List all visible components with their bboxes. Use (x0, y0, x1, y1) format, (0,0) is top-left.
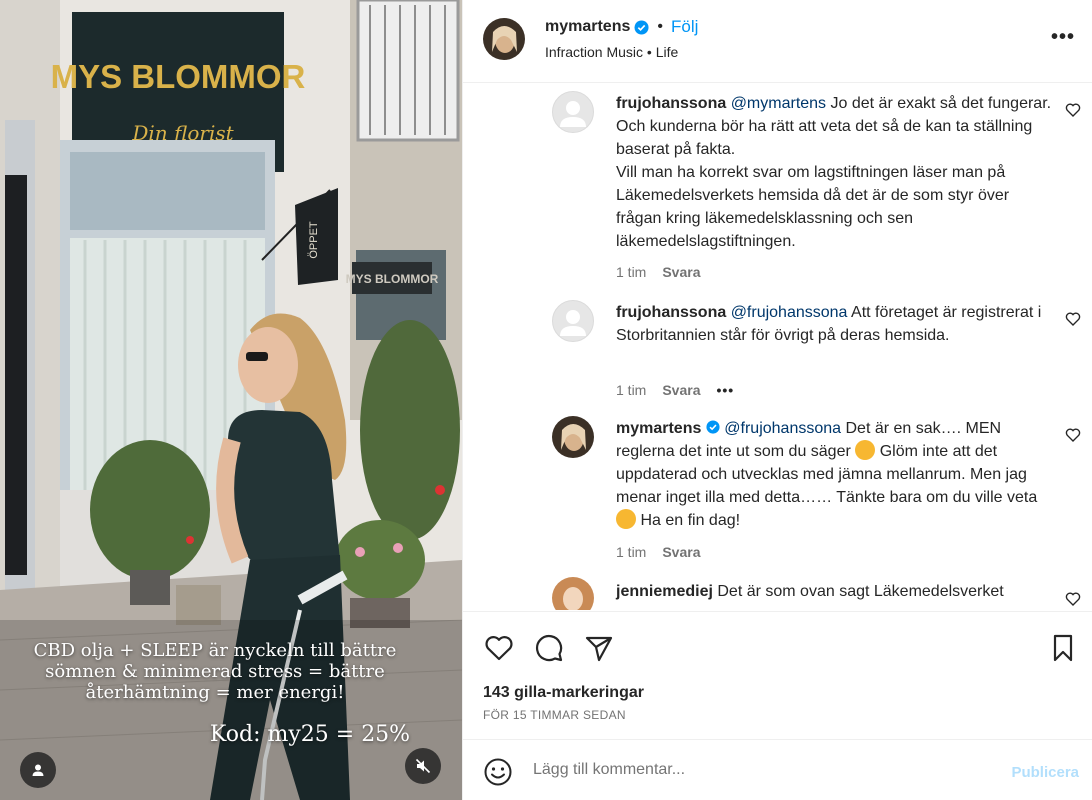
comment-meta: 1 tim Svara (616, 264, 701, 280)
window-sign-text: MYS BLOMMOR (346, 272, 439, 286)
comment-username[interactable]: mymartens (616, 420, 701, 437)
verified-badge-icon (634, 19, 649, 35)
likes-count[interactable]: 143 gilla-markeringar (483, 684, 644, 702)
more-options-button[interactable]: ••• (1051, 26, 1075, 49)
smiling-face-with-hearts-emoji-icon (855, 440, 876, 460)
comment-text: frujohanssona @mymartens Jo det är exakt… (616, 92, 1056, 253)
separator-dot: • (657, 18, 663, 35)
author-username[interactable]: mymartens (545, 18, 630, 36)
author-line: mymartens • Följ (545, 17, 698, 37)
share-paper-plane-icon[interactable] (583, 632, 615, 664)
like-comment-heart-icon[interactable] (1065, 427, 1081, 443)
user-icon (32, 764, 44, 776)
comment-username[interactable]: frujohanssona (616, 95, 726, 112)
author-avatar-image (483, 18, 525, 60)
author-avatar-image (552, 416, 594, 458)
commenter-avatar[interactable] (552, 416, 594, 458)
commenter-avatar[interactable] (552, 91, 594, 133)
verified-badge-icon (706, 420, 720, 434)
sign-title-text: MYS BLOMMOR (51, 58, 306, 95)
author-avatar[interactable] (483, 18, 525, 60)
comment-time[interactable]: 1 tim (616, 544, 646, 560)
default-avatar-icon (560, 101, 586, 127)
default-avatar-icon (560, 310, 586, 336)
mute-button[interactable] (405, 748, 441, 784)
post-timestamp[interactable]: FÖR 15 TIMMAR SEDAN (483, 708, 626, 722)
tagged-users-button[interactable] (20, 752, 56, 788)
post-media[interactable]: MYS BLOMMOR Din florist ÖPPET MYS BLOMMO… (0, 0, 462, 800)
post-details-panel: mymartens • Följ Infraction Music • Life… (462, 0, 1092, 800)
like-comment-heart-icon[interactable] (1065, 311, 1081, 327)
comment-input[interactable] (533, 761, 973, 779)
comment-username[interactable]: frujohanssona (616, 304, 726, 321)
comment-text: frujohanssona @frujohanssona Att företag… (616, 301, 1056, 347)
emoji-picker-icon[interactable] (483, 757, 513, 787)
follow-button[interactable]: Följ (671, 17, 698, 37)
speaker-muted-icon (415, 758, 431, 774)
post-header: mymartens • Följ Infraction Music • Life… (463, 0, 1092, 83)
reply-button[interactable]: Svara (662, 544, 700, 560)
audio-attribution[interactable]: Infraction Music • Life (545, 44, 678, 60)
comment-composer: Publicera (463, 739, 1092, 800)
video-caption: CBD olja + SLEEP är nyckeln till bättre … (33, 640, 397, 703)
reply-button[interactable]: Svara (662, 382, 700, 398)
comment-content-continued: Vill man ha korrekt svar om lagstiftning… (616, 164, 1010, 250)
commenter-avatar[interactable] (552, 300, 594, 342)
comment-text: jenniemediej Det är som ovan sagt Läkeme… (616, 580, 1056, 603)
comment-meta: 1 tim Svara (616, 544, 701, 560)
comment-content: Det är som ovan sagt Läkemedelsverket (712, 583, 1004, 600)
smiling-face-with-hearts-emoji-icon (616, 509, 636, 529)
discount-code-caption: Kod: my25 = 25% (209, 722, 411, 747)
comment-mention[interactable]: @frujohanssona (731, 304, 848, 321)
comment-options-button[interactable]: ••• (717, 382, 735, 398)
comment-time[interactable]: 1 tim (616, 264, 646, 280)
commenter-avatar[interactable] (552, 577, 594, 610)
comment-meta: 1 tim Svara ••• (616, 382, 734, 398)
comment-bubble-icon[interactable] (533, 632, 565, 664)
comment-text: mymartens @frujohanssona Det är en sak….… (616, 417, 1056, 532)
comment-time[interactable]: 1 tim (616, 382, 646, 398)
like-comment-heart-icon[interactable] (1065, 591, 1081, 607)
save-bookmark-icon[interactable] (1047, 632, 1079, 664)
comment-username[interactable]: jenniemediej (616, 583, 713, 600)
like-comment-heart-icon[interactable] (1065, 102, 1081, 118)
reply-button[interactable]: Svara (662, 264, 700, 280)
publish-button[interactable]: Publicera (1011, 764, 1079, 781)
like-heart-icon[interactable] (483, 632, 515, 664)
comment-mention[interactable]: @mymartens (731, 95, 826, 112)
comments-list[interactable]: frujohanssona @mymartens Jo det är exakt… (463, 84, 1092, 610)
commenter-avatar-image (552, 577, 594, 610)
flag-text: ÖPPET (308, 221, 320, 259)
comment-content-end: Ha en fin dag! (636, 512, 741, 529)
comment-mention[interactable]: @frujohanssona (724, 420, 841, 437)
